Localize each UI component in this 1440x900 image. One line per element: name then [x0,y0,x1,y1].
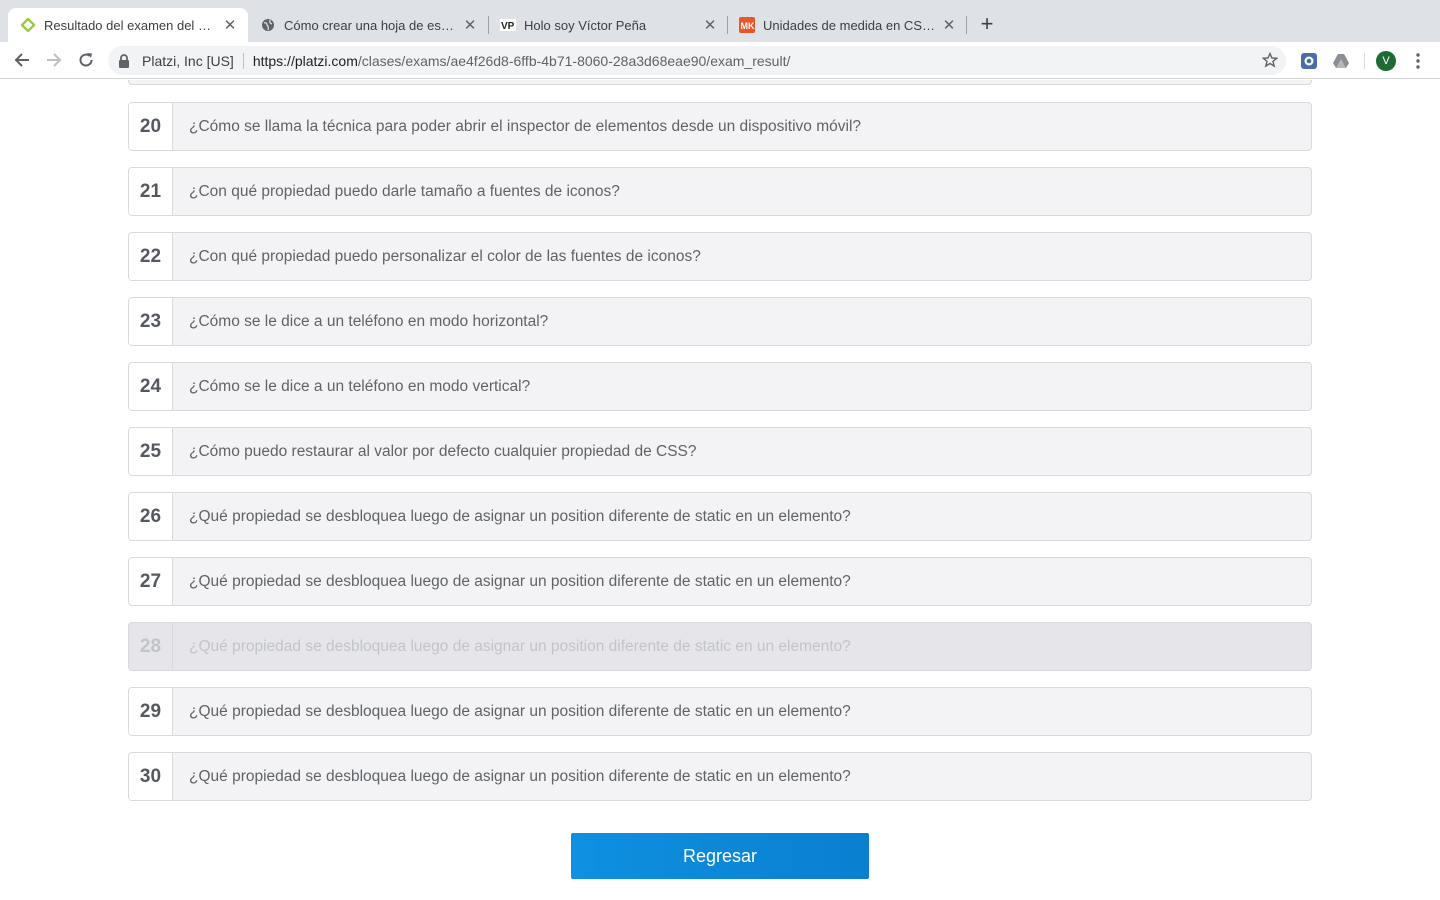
question-number: 29 [129,688,173,735]
question-text: ¿Qué propiedad se desbloquea luego de as… [189,507,851,525]
vp-icon: VP [500,17,516,33]
question-number: 22 [129,233,173,280]
platzi-icon [20,17,36,33]
question-text: ¿Con qué propiedad puedo personalizar el… [189,247,701,265]
more-menu-icon[interactable] [1410,52,1426,70]
question-row: 25 ¿Cómo puedo restaurar al valor por de… [128,427,1312,476]
address-bar[interactable]: Platzi, Inc [US] https://platzi.com/clas… [108,46,1286,75]
drive-icon[interactable] [1332,52,1350,70]
question-number: 24 [129,363,173,410]
tab-title: Unidades de medida en CSS (P [763,17,935,33]
question-text: ¿Cómo puedo restaurar al valor por defec… [189,442,697,460]
question-row: 24 ¿Cómo se le dice a un teléfono en mod… [128,362,1312,411]
back-arrow-icon[interactable] [12,50,32,70]
question-number: 25 [129,428,173,475]
back-button[interactable]: Regresar [571,833,869,879]
reload-icon[interactable] [76,50,96,70]
svg-text:MK: MK [741,21,755,31]
question-text: ¿Con qué propiedad puedo darle tamaño a … [189,182,620,200]
extension-icon[interactable] [1300,52,1318,70]
question-number: 27 [129,558,173,605]
site-identity: Platzi, Inc [US] [142,52,234,69]
toolbar-divider [1364,53,1365,69]
question-number: 21 [129,168,173,215]
question-row: 30 ¿Qué propiedad se desbloquea luego de… [128,752,1312,801]
close-icon[interactable]: ✕ [941,16,957,34]
profile-avatar[interactable]: V [1376,51,1396,71]
tab-title: Holo soy Víctor Peña [524,17,647,33]
forward-arrow-icon[interactable] [44,50,64,70]
question-row-partial [128,80,1312,85]
question-number: 30 [129,753,173,800]
question-text: ¿Cómo se le dice a un teléfono en modo v… [189,377,531,395]
tab-title: Resultado del examen del Curs [44,17,216,33]
question-text: ¿Cómo se llama la técnica para poder abr… [189,117,862,135]
question-text: ¿Qué propiedad se desbloquea luego de as… [189,637,851,655]
tab-divider [966,16,967,34]
new-tab-icon[interactable]: + [976,13,998,35]
tab-strip: Resultado del examen del Curs ✕ Cómo cre… [0,0,1440,42]
question-number: 23 [129,298,173,345]
question-text: ¿Qué propiedad se desbloquea luego de as… [189,572,851,590]
question-text: ¿Cómo se le dice a un teléfono en modo h… [189,312,549,330]
question-row: 29 ¿Qué propiedad se desbloquea luego de… [128,687,1312,736]
question-row: 22 ¿Con qué propiedad puedo personalizar… [128,232,1312,281]
question-text: ¿Qué propiedad se desbloquea luego de as… [189,767,851,785]
svg-text:VP: VP [501,21,515,32]
mk-icon: MK [739,17,755,33]
address-divider [242,52,244,69]
url-host: https://platzi.com [252,52,358,69]
close-icon[interactable]: ✕ [702,16,718,34]
globe-icon [260,17,276,33]
question-row: 20 ¿Cómo se llama la técnica para poder … [128,102,1312,151]
question-row: 27 ¿Qué propiedad se desbloquea luego de… [128,557,1312,606]
close-icon[interactable]: ✕ [222,16,238,34]
browser-toolbar: Platzi, Inc [US] https://platzi.com/clas… [0,42,1440,79]
question-row: 23 ¿Cómo se le dice a un teléfono en mod… [128,297,1312,346]
question-number: 28 [129,623,173,670]
question-row-dimmed: 28 ¿Qué propiedad se desbloquea luego de… [128,622,1312,671]
bookmark-star-icon[interactable] [1261,51,1279,68]
tab-exam-result[interactable]: Resultado del examen del Curs ✕ [8,8,248,42]
question-number: 20 [129,103,173,150]
lock-icon [118,53,132,68]
tab-title: Cómo crear una hoja de estilo p [284,17,456,33]
tab-victor-pena[interactable]: VP Holo soy Víctor Peña ✕ [488,8,728,42]
url-path: /clases/exams/ae4f26d8-6ffb-4b71-8060-28… [357,52,791,69]
question-row: 26 ¿Qué propiedad se desbloquea luego de… [128,492,1312,541]
question-number: 26 [129,493,173,540]
tab-stylesheet[interactable]: Cómo crear una hoja de estilo p ✕ [248,8,488,42]
close-icon[interactable]: ✕ [462,16,478,34]
question-text: ¿Qué propiedad se desbloquea luego de as… [189,702,851,720]
question-row: 21 ¿Con qué propiedad puedo darle tamaño… [128,167,1312,216]
exam-result-page: 20 ¿Cómo se llama la técnica para poder … [0,80,1440,900]
tab-css-units[interactable]: MK Unidades de medida en CSS (P ✕ [727,8,967,42]
